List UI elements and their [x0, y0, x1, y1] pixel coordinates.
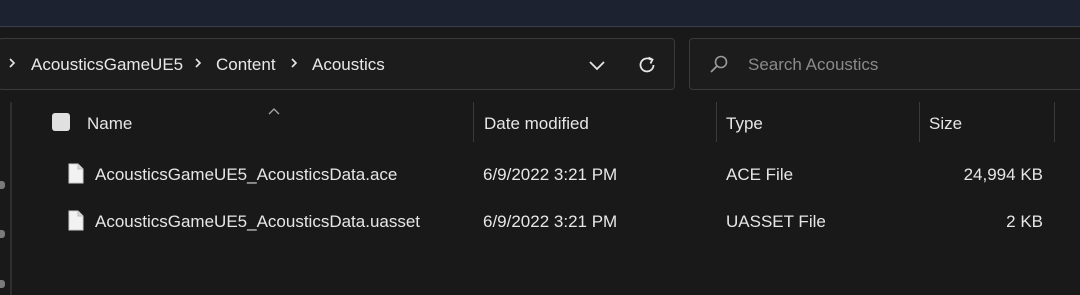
search-icon [708, 53, 730, 75]
file-name[interactable]: AcousticsGameUE5_AcousticsData.uasset [95, 212, 420, 232]
file-icon [68, 210, 84, 231]
file-date: 6/9/2022 3:21 PM [483, 165, 618, 184]
title-bar [0, 0, 1080, 27]
search-box[interactable] [689, 38, 1080, 90]
file-type: UASSET File [726, 212, 826, 231]
column-header-date[interactable]: Date modified [484, 114, 589, 134]
file-name[interactable]: AcousticsGameUE5_AcousticsData.ace [95, 165, 397, 185]
nav-scroll-marker [0, 280, 5, 288]
breadcrumb-content[interactable]: Content [216, 55, 276, 75]
column-header-name[interactable]: Name [87, 114, 132, 134]
file-row[interactable]: AcousticsGameUE5_AcousticsData.ace 6/9/2… [12, 152, 1080, 196]
chevron-right-icon[interactable] [287, 51, 301, 75]
chevron-right-icon[interactable] [191, 51, 205, 75]
column-header: Name Date modified Type Size [12, 102, 1080, 146]
file-size: 2 KB [1006, 212, 1043, 231]
search-input[interactable] [748, 52, 1068, 78]
file-size: 24,994 KB [963, 165, 1043, 184]
column-divider[interactable] [919, 102, 920, 142]
chevron-down-icon[interactable] [583, 51, 611, 79]
sort-up-icon [267, 102, 281, 115]
column-divider[interactable] [716, 102, 717, 142]
nav-scroll-marker [0, 181, 5, 189]
file-date: 6/9/2022 3:21 PM [483, 212, 618, 231]
refresh-icon[interactable] [633, 51, 661, 79]
column-divider[interactable] [473, 102, 474, 142]
column-header-type[interactable]: Type [726, 114, 763, 134]
file-row[interactable]: AcousticsGameUE5_AcousticsData.uasset 6/… [12, 199, 1080, 243]
file-type: ACE File [726, 165, 794, 184]
nav-scroll-marker [0, 230, 5, 238]
breadcrumb-acoustics[interactable]: Acoustics [312, 55, 385, 75]
chevron-right-icon[interactable] [5, 51, 19, 75]
column-divider[interactable] [1054, 102, 1055, 142]
breadcrumb-acousticsgameue5[interactable]: AcousticsGameUE5 [31, 55, 183, 75]
column-header-size[interactable]: Size [929, 114, 962, 134]
address-bar[interactable]: AcousticsGameUE5 Content Acoustics [0, 38, 675, 90]
file-icon [68, 163, 84, 184]
select-all-checkbox[interactable] [52, 113, 70, 131]
